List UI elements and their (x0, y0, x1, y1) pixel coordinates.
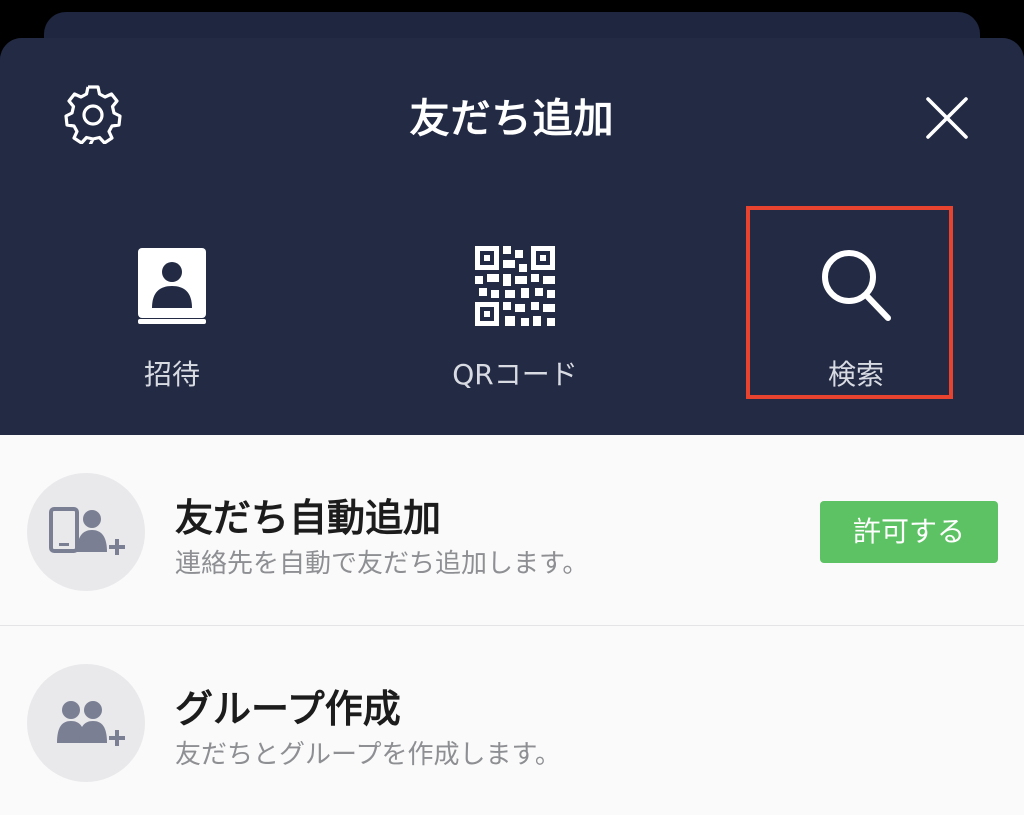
close-button[interactable] (922, 93, 972, 143)
search-highlight-box (746, 206, 953, 399)
contact-book-icon (138, 248, 206, 324)
invite-button[interactable]: 招待 (72, 208, 272, 393)
phone-add-friends-icon (27, 473, 145, 591)
qr-code-icon (475, 246, 555, 326)
qr-code-button[interactable]: QRコード (415, 208, 615, 393)
header: 友だち追加 招待 QRコード 検索 (0, 38, 1024, 435)
auto-add-subtitle: 連絡先を自動で友だち追加します。 (175, 549, 589, 579)
invite-label: 招待 (143, 358, 200, 391)
list-item-auto-add-friends[interactable]: 友だち自動追加 連絡先を自動で友だち追加します。 許可する (0, 435, 1024, 626)
allow-button[interactable]: 許可する (820, 501, 998, 563)
options-list: 友だち自動追加 連絡先を自動で友だち追加します。 許可する グループ作成 友だち… (0, 435, 1024, 815)
qr-code-label: QRコード (452, 358, 578, 391)
page-title: 友だち追加 (409, 96, 615, 142)
add-group-icon (27, 664, 145, 782)
auto-add-title: 友だち自動追加 (175, 496, 442, 540)
create-group-subtitle: 友だちとグループを作成します。 (175, 740, 561, 770)
close-icon (926, 97, 968, 139)
list-item-create-group[interactable]: グループ作成 友だちとグループを作成します。 (0, 626, 1024, 815)
add-friends-sheet: 友だち追加 招待 QRコード 検索 友だち自動追加 連絡先を自動で友だち追加しま… (0, 38, 1024, 815)
create-group-title: グループ作成 (175, 687, 401, 731)
